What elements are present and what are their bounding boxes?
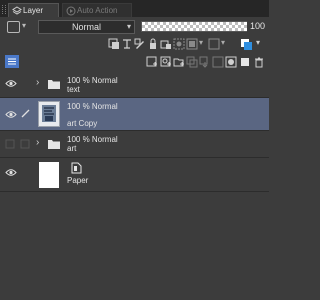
- row-divider: [0, 191, 269, 192]
- lock-layer-icon[interactable]: [147, 38, 159, 50]
- delete-layer-icon[interactable]: [253, 56, 265, 68]
- layer-color-icon[interactable]: [186, 38, 198, 50]
- blend-opacity-row: ▾ Normal ▾ 100: [0, 17, 269, 36]
- layer-mask-icon[interactable]: [173, 38, 185, 50]
- layer-toolbar-row-2: [0, 55, 269, 70]
- eye-hidden-checkbox-icon[interactable]: [5, 139, 17, 149]
- new-raster-layer-icon[interactable]: [146, 56, 158, 68]
- layer-row-art-copy[interactable]: 100 % Normal art Copy: [0, 98, 269, 130]
- tab-layer-label: Layer: [23, 6, 44, 15]
- chevron-down-icon[interactable]: ▾: [256, 38, 260, 47]
- combine-to-layer-below-icon[interactable]: [199, 56, 211, 68]
- eye-icon[interactable]: [5, 79, 17, 88]
- chevron-right-icon[interactable]: ›: [36, 77, 39, 88]
- layer-name: art: [67, 144, 77, 153]
- layer-row-art[interactable]: › 100 % Normal art: [0, 131, 269, 157]
- layer-name: Paper: [67, 176, 89, 185]
- panel-tab-bar: Layer Auto Action: [0, 0, 269, 17]
- chevron-down-icon[interactable]: ▾: [221, 38, 225, 47]
- layer-clear-icon[interactable]: [239, 56, 251, 68]
- paper-document-icon: [71, 162, 82, 174]
- clip-to-layer-below-icon[interactable]: [108, 38, 120, 50]
- edit-target-checkbox-icon[interactable]: [20, 139, 32, 149]
- layer-name: art Copy: [67, 119, 98, 128]
- layer-toolbar-row-1: ▾ ▾ ▾: [0, 38, 269, 52]
- blend-mode-select[interactable]: Normal ▾: [38, 20, 135, 34]
- paper-thumbnail: [39, 162, 59, 188]
- layer-opacity-mode: 100 % Normal: [67, 102, 118, 111]
- new-folder-icon[interactable]: [173, 56, 185, 68]
- layer-row-text[interactable]: › 100 % Normal text: [0, 71, 269, 97]
- layer-list: › 100 % Normal text 100 % Normal art Cop…: [0, 71, 269, 300]
- folder-icon: [48, 140, 60, 149]
- expression-color-icon[interactable]: [240, 38, 252, 50]
- layer-thumbnail: [38, 101, 60, 127]
- eye-icon[interactable]: [5, 110, 17, 119]
- tab-layer[interactable]: Layer: [8, 3, 59, 17]
- layer-name: text: [67, 85, 80, 94]
- pencil-icon: [21, 109, 30, 118]
- tab-auto-action-label: Auto Action: [77, 6, 118, 15]
- new-vector-layer-icon[interactable]: [160, 56, 172, 68]
- panel-grip-handle[interactable]: [2, 5, 6, 14]
- opacity-value-field[interactable]: 100: [247, 20, 269, 33]
- layer-stack-icon: [12, 6, 22, 15]
- chevron-down-icon[interactable]: ▾: [199, 38, 203, 47]
- draft-layer-icon[interactable]: [134, 38, 146, 50]
- layer-opacity-mode: 100 % Normal: [67, 76, 118, 85]
- play-circle-icon: [66, 6, 76, 16]
- apply-mask-icon[interactable]: [212, 56, 224, 68]
- layer-list-toggle-icon[interactable]: [5, 55, 19, 68]
- create-layer-mask-icon[interactable]: [225, 56, 237, 68]
- layer-opacity-mode: 100 % Normal: [67, 135, 118, 144]
- reference-layer-icon[interactable]: [121, 38, 133, 50]
- layer-property-square-icon[interactable]: [7, 21, 20, 33]
- tab-auto-action[interactable]: Auto Action: [62, 3, 132, 17]
- folder-icon: [48, 80, 60, 89]
- layer-color-swatch-icon[interactable]: [208, 38, 220, 50]
- chevron-down-icon: ▾: [126, 22, 131, 31]
- eye-icon[interactable]: [5, 168, 17, 177]
- lock-transparent-pixels-icon[interactable]: [160, 38, 172, 50]
- chevron-down-icon[interactable]: ▾: [22, 21, 26, 30]
- blend-mode-value: Normal: [71, 22, 101, 32]
- transfer-to-lower-layer-icon[interactable]: [186, 56, 198, 68]
- opacity-value: 100: [250, 21, 266, 31]
- layer-row-paper[interactable]: Paper: [0, 158, 269, 191]
- chevron-right-icon[interactable]: ›: [36, 137, 39, 148]
